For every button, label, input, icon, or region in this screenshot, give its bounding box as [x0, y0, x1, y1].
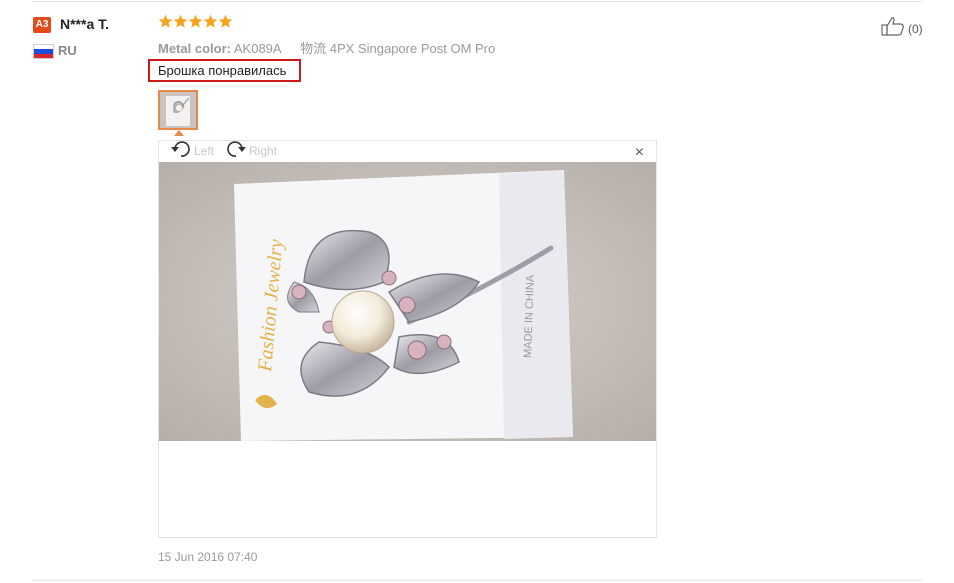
- star-icon: [203, 14, 218, 28]
- shipping-label: 物流: [300, 41, 327, 56]
- rotate-right-label: Right: [249, 144, 278, 158]
- reviewer-country: RU: [58, 43, 77, 58]
- rotate-right-icon: [225, 139, 247, 164]
- buyer-level-badge: A3: [33, 17, 51, 33]
- review-text: Брошка понравилась: [148, 59, 301, 82]
- review-photo-thumbnail[interactable]: [158, 90, 198, 130]
- star-icon: [218, 14, 233, 28]
- star-icon: [188, 14, 203, 28]
- metal-color-label: Metal color:: [158, 41, 231, 56]
- star-icon: [158, 14, 173, 28]
- review-photo: Fashion Jewelry MADE IN CHINA: [159, 162, 656, 441]
- thumbnail-pointer: [174, 130, 184, 136]
- star-icon: [173, 14, 188, 28]
- rotate-left-icon: [170, 139, 192, 164]
- metal-color-value: AK089A: [233, 41, 281, 56]
- shipping-value: 4PX Singapore Post OM Pro: [329, 41, 496, 56]
- close-icon[interactable]: ×: [635, 145, 644, 161]
- star-rating: [158, 14, 233, 29]
- country-flag-icon: [33, 44, 54, 59]
- rotate-right-button[interactable]: Right: [225, 139, 278, 164]
- reviewer-name: N***a T.: [60, 16, 110, 32]
- thumbs-up-icon: [881, 16, 905, 41]
- bottom-divider: [32, 580, 922, 581]
- top-divider: [32, 1, 922, 2]
- review-date: 15 Jun 2016 07:40: [158, 550, 258, 564]
- order-meta: Metal color: AK089A 物流 4PX Singapore Pos…: [158, 38, 495, 57]
- helpful-like-button[interactable]: (0): [881, 16, 923, 41]
- photo-viewer: Left Right × Fashion Jewelry MADE IN CHI…: [158, 140, 657, 538]
- rotate-left-label: Left: [194, 144, 215, 158]
- like-count: (0): [908, 21, 923, 36]
- rotate-left-button[interactable]: Left: [170, 139, 215, 164]
